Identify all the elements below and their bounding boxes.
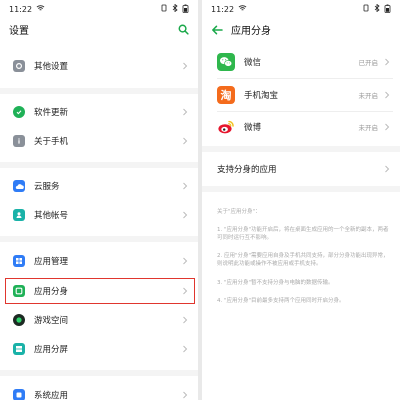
chevron-right-icon [385,91,390,99]
settings-item-label: 其他设置 [34,62,69,72]
battery-icon [384,4,391,15]
settings-screen: 11:22 设置 其他设置 软件更新 关于手机 云服务 其他帐号 应用管理 应用… [0,0,198,400]
vibrate-icon [362,4,370,14]
wechat-icon [217,53,235,71]
app-row-weibo[interactable]: 微博 未开启 [202,112,400,142]
chevron-right-icon [385,123,390,131]
settings-item-split-screen[interactable]: 应用分屏 [0,335,198,363]
title-bar: 应用分身 [202,18,400,40]
app-clone-screen: 11:22 应用分身 微信 已开启 淘 手机淘宝 未开启 微博 未开启 支持分身… [202,0,400,400]
section-divider [0,88,198,94]
app-row-wechat[interactable]: 微信 已开启 [202,47,400,77]
chevron-right-icon [183,287,188,295]
settings-item-label: 游戏空间 [34,316,69,326]
chevron-right-icon [385,165,390,173]
settings-item-app-management[interactable]: 应用管理 [0,247,198,275]
status-time: 11:22 [9,4,33,14]
settings-item-label: 关于手机 [34,137,69,147]
battery-icon [182,4,189,15]
cloud-icon [13,180,25,192]
info-icon [13,135,25,147]
about-heading: 关于"应用分身"： [217,209,261,215]
settings-item-label: 应用管理 [34,257,69,267]
section-divider [202,146,400,152]
update-icon [13,106,25,118]
app-name: 微信 [244,58,262,68]
app-clone-icon [13,285,25,297]
settings-item-about-phone[interactable]: 关于手机 [0,127,198,155]
settings-item-label: 软件更新 [34,108,69,118]
about-note: 4. "应用分身"目前最多支持两个应用同时开启分身。 [217,298,345,304]
bluetooth-icon [172,3,178,14]
settings-item-label: 云服务 [34,182,60,192]
other-settings-icon [13,60,25,72]
chevron-right-icon [183,137,188,145]
game-space-icon [13,314,25,326]
app-status: 未开启 [358,92,379,100]
wifi-icon [36,4,45,14]
settings-item-app-clone[interactable]: 应用分身 [0,277,198,305]
app-row-taobao[interactable]: 淘 手机淘宝 未开启 [202,80,400,110]
settings-item-other-settings[interactable]: 其他设置 [0,52,198,80]
weibo-icon [217,118,235,136]
page-title: 应用分身 [231,25,271,37]
chevron-right-icon [183,211,188,219]
status-bar: 11:22 [0,0,198,18]
page-title: 设置 [9,25,29,37]
bluetooth-icon [374,3,380,14]
wifi-icon [238,4,247,14]
settings-item-label: 系统应用 [34,391,69,400]
supported-apps-title: 支持分身的应用 [217,165,277,175]
settings-item-label: 其他帐号 [34,211,69,221]
app-status: 已开启 [358,59,379,67]
section-divider [202,186,400,192]
row-separator [217,78,393,79]
account-icon [13,209,25,221]
settings-item-software-update[interactable]: 软件更新 [0,98,198,126]
supported-apps-row[interactable]: 支持分身的应用 [202,157,400,181]
status-bar: 11:22 [202,0,400,18]
settings-item-label: 应用分屏 [34,345,69,355]
status-time: 11:22 [211,4,235,14]
app-name: 微博 [244,123,262,133]
section-divider [0,162,198,168]
split-screen-icon [13,343,25,355]
app-name: 手机淘宝 [244,91,279,101]
chevron-right-icon [183,62,188,70]
chevron-right-icon [183,182,188,190]
vibrate-icon [160,4,168,14]
system-apps-icon [13,389,25,400]
about-note: 1. "应用分身"功能开启后，将在桌面生成应用的一个全新的副本，两者可同时运行互… [217,227,389,241]
section-divider [0,236,198,242]
settings-item-system-apps[interactable]: 系统应用 [0,381,198,400]
chevron-right-icon [183,108,188,116]
app-status: 未开启 [358,124,379,132]
chevron-right-icon [183,391,188,399]
search-icon[interactable] [178,20,189,39]
about-note: 3. "应用分身"暂不支持分身与电脑的数据传输。 [217,280,334,286]
taobao-icon: 淘 [217,86,235,104]
chevron-right-icon [183,316,188,324]
chevron-right-icon [385,58,390,66]
back-arrow-icon[interactable] [211,20,223,39]
app-grid-icon [13,255,25,267]
chevron-right-icon [183,345,188,353]
section-divider [0,370,198,376]
settings-item-label: 应用分身 [34,287,69,297]
settings-item-cloud-service[interactable]: 云服务 [0,172,198,200]
settings-item-other-accounts[interactable]: 其他帐号 [0,201,198,229]
chevron-right-icon [183,257,188,265]
settings-item-game-space[interactable]: 游戏空间 [0,306,198,334]
title-bar: 设置 [0,18,198,40]
about-note: 2. 应用"分身"需要应用自身及手机共同支持，部分分身功能出现异常，则说明此功能… [217,253,389,267]
